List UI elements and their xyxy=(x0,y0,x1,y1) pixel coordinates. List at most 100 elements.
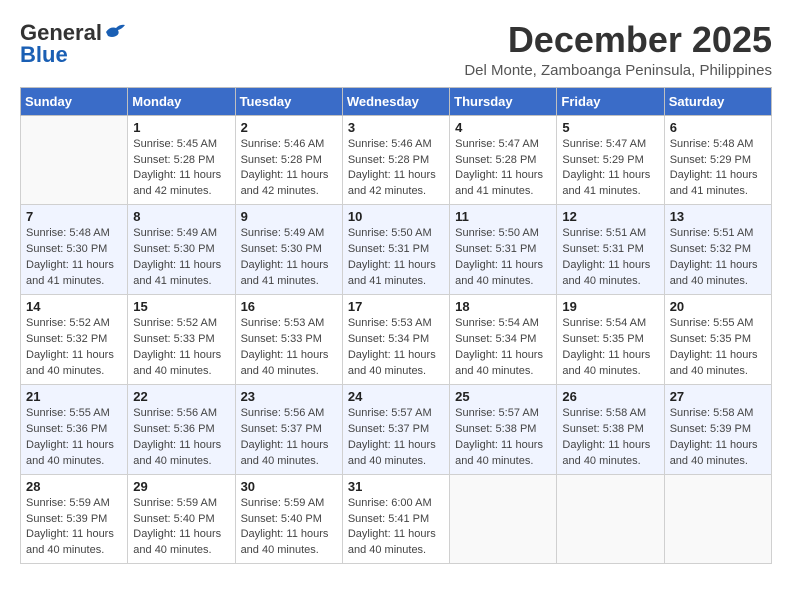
calendar-week-row: 21 Sunrise: 5:55 AM Sunset: 5:36 PM Dayli… xyxy=(21,384,772,474)
table-row: 29 Sunrise: 5:59 AM Sunset: 5:40 PM Dayli… xyxy=(128,474,235,564)
day-number: 6 xyxy=(670,120,766,135)
table-row: 15 Sunrise: 5:52 AM Sunset: 5:33 PM Dayli… xyxy=(128,295,235,385)
table-row: 14 Sunrise: 5:52 AM Sunset: 5:32 PM Dayli… xyxy=(21,295,128,385)
day-info: Sunrise: 6:00 AM Sunset: 5:41 PM Dayligh… xyxy=(348,496,444,560)
day-info: Sunrise: 5:47 AM Sunset: 5:29 PM Dayligh… xyxy=(562,137,658,201)
table-row: 20Sunrise: 5:55 AM Sunset: 5:35 PM Dayli… xyxy=(664,295,771,385)
logo-blue: Blue xyxy=(20,42,68,68)
day-number: 29 xyxy=(133,479,229,494)
table-row: 19 Sunrise: 5:54 AM Sunset: 5:35 PM Dayli… xyxy=(557,295,664,385)
logo: General Blue xyxy=(20,20,126,68)
table-row xyxy=(664,474,771,564)
calendar-week-row: 14 Sunrise: 5:52 AM Sunset: 5:32 PM Dayli… xyxy=(21,295,772,385)
day-number: 24 xyxy=(348,389,444,404)
table-row: 25 Sunrise: 5:57 AM Sunset: 5:38 PM Dayli… xyxy=(450,384,557,474)
day-info: Sunrise: 5:48 AM Sunset: 5:29 PM Dayligh… xyxy=(670,137,766,201)
day-number: 13 xyxy=(670,209,766,224)
table-row: 3 Sunrise: 5:46 AM Sunset: 5:28 PM Daylig… xyxy=(342,115,449,205)
day-number: 12 xyxy=(562,209,658,224)
title-block: December 2025 Del Monte, Zamboanga Penin… xyxy=(464,20,772,79)
day-number: 31 xyxy=(348,479,444,494)
table-row: 30Sunrise: 5:59 AM Sunset: 5:40 PM Dayli… xyxy=(235,474,342,564)
day-info: Sunrise: 5:59 AM Sunset: 5:40 PM Dayligh… xyxy=(133,496,229,560)
day-number: 9 xyxy=(241,209,337,224)
day-info: Sunrise: 5:52 AM Sunset: 5:32 PM Dayligh… xyxy=(26,316,122,380)
day-info: Sunrise: 5:53 AM Sunset: 5:33 PM Dayligh… xyxy=(241,316,337,380)
day-number: 14 xyxy=(26,299,122,314)
day-info: Sunrise: 5:46 AM Sunset: 5:28 PM Dayligh… xyxy=(241,137,337,201)
table-row: 23 Sunrise: 5:56 AM Sunset: 5:37 PM Dayli… xyxy=(235,384,342,474)
day-info: Sunrise: 5:59 AM Sunset: 5:39 PM Dayligh… xyxy=(26,496,122,560)
page-header: General Blue December 2025 Del Monte, Za… xyxy=(20,20,772,79)
day-info: Sunrise: 5:59 AM Sunset: 5:40 PM Dayligh… xyxy=(241,496,337,560)
table-row: 5Sunrise: 5:47 AM Sunset: 5:29 PM Daylig… xyxy=(557,115,664,205)
day-number: 15 xyxy=(133,299,229,314)
calendar-week-row: 7 Sunrise: 5:48 AM Sunset: 5:30 PM Daylig… xyxy=(21,205,772,295)
day-number: 28 xyxy=(26,479,122,494)
table-row: 31 Sunrise: 6:00 AM Sunset: 5:41 PM Dayli… xyxy=(342,474,449,564)
table-row xyxy=(557,474,664,564)
day-info: Sunrise: 5:49 AM Sunset: 5:30 PM Dayligh… xyxy=(241,226,337,290)
table-row: 21 Sunrise: 5:55 AM Sunset: 5:36 PM Dayli… xyxy=(21,384,128,474)
logo-bird-icon xyxy=(104,22,126,40)
day-number: 11 xyxy=(455,209,551,224)
day-number: 8 xyxy=(133,209,229,224)
day-number: 10 xyxy=(348,209,444,224)
day-number: 21 xyxy=(26,389,122,404)
calendar-table: Sunday Monday Tuesday Wednesday Thursday… xyxy=(20,87,772,565)
table-row xyxy=(450,474,557,564)
day-number: 25 xyxy=(455,389,551,404)
col-wednesday: Wednesday xyxy=(342,87,449,115)
day-info: Sunrise: 5:48 AM Sunset: 5:30 PM Dayligh… xyxy=(26,226,122,290)
day-info: Sunrise: 5:56 AM Sunset: 5:37 PM Dayligh… xyxy=(241,406,337,470)
table-row: 17Sunrise: 5:53 AM Sunset: 5:34 PM Dayli… xyxy=(342,295,449,385)
day-number: 20 xyxy=(670,299,766,314)
day-info: Sunrise: 5:47 AM Sunset: 5:28 PM Dayligh… xyxy=(455,137,551,201)
day-number: 23 xyxy=(241,389,337,404)
table-row: 18 Sunrise: 5:54 AM Sunset: 5:34 PM Dayli… xyxy=(450,295,557,385)
table-row: 26Sunrise: 5:58 AM Sunset: 5:38 PM Dayli… xyxy=(557,384,664,474)
day-number: 19 xyxy=(562,299,658,314)
table-row: 1Sunrise: 5:45 AM Sunset: 5:28 PM Daylig… xyxy=(128,115,235,205)
day-info: Sunrise: 5:57 AM Sunset: 5:37 PM Dayligh… xyxy=(348,406,444,470)
day-info: Sunrise: 5:51 AM Sunset: 5:32 PM Dayligh… xyxy=(670,226,766,290)
day-info: Sunrise: 5:52 AM Sunset: 5:33 PM Dayligh… xyxy=(133,316,229,380)
table-row: 8 Sunrise: 5:49 AM Sunset: 5:30 PM Daylig… xyxy=(128,205,235,295)
table-row: 10 Sunrise: 5:50 AM Sunset: 5:31 PM Dayli… xyxy=(342,205,449,295)
calendar-header-row: Sunday Monday Tuesday Wednesday Thursday… xyxy=(21,87,772,115)
table-row: 28 Sunrise: 5:59 AM Sunset: 5:39 PM Dayli… xyxy=(21,474,128,564)
day-number: 26 xyxy=(562,389,658,404)
col-friday: Friday xyxy=(557,87,664,115)
day-number: 4 xyxy=(455,120,551,135)
day-number: 1 xyxy=(133,120,229,135)
col-tuesday: Tuesday xyxy=(235,87,342,115)
table-row: 22 Sunrise: 5:56 AM Sunset: 5:36 PM Dayli… xyxy=(128,384,235,474)
day-info: Sunrise: 5:50 AM Sunset: 5:31 PM Dayligh… xyxy=(348,226,444,290)
day-info: Sunrise: 5:46 AM Sunset: 5:28 PM Dayligh… xyxy=(348,137,444,201)
day-info: Sunrise: 5:54 AM Sunset: 5:34 PM Dayligh… xyxy=(455,316,551,380)
calendar-week-row: 28 Sunrise: 5:59 AM Sunset: 5:39 PM Dayli… xyxy=(21,474,772,564)
col-monday: Monday xyxy=(128,87,235,115)
day-number: 7 xyxy=(26,209,122,224)
day-info: Sunrise: 5:49 AM Sunset: 5:30 PM Dayligh… xyxy=(133,226,229,290)
table-row: 2 Sunrise: 5:46 AM Sunset: 5:28 PM Daylig… xyxy=(235,115,342,205)
table-row xyxy=(21,115,128,205)
table-row: 12 Sunrise: 5:51 AM Sunset: 5:31 PM Dayli… xyxy=(557,205,664,295)
day-info: Sunrise: 5:54 AM Sunset: 5:35 PM Dayligh… xyxy=(562,316,658,380)
month-title: December 2025 xyxy=(464,20,772,60)
day-number: 18 xyxy=(455,299,551,314)
day-info: Sunrise: 5:56 AM Sunset: 5:36 PM Dayligh… xyxy=(133,406,229,470)
day-info: Sunrise: 5:51 AM Sunset: 5:31 PM Dayligh… xyxy=(562,226,658,290)
table-row: 4 Sunrise: 5:47 AM Sunset: 5:28 PM Daylig… xyxy=(450,115,557,205)
table-row: 7 Sunrise: 5:48 AM Sunset: 5:30 PM Daylig… xyxy=(21,205,128,295)
day-number: 3 xyxy=(348,120,444,135)
day-info: Sunrise: 5:57 AM Sunset: 5:38 PM Dayligh… xyxy=(455,406,551,470)
day-info: Sunrise: 5:50 AM Sunset: 5:31 PM Dayligh… xyxy=(455,226,551,290)
day-number: 2 xyxy=(241,120,337,135)
day-info: Sunrise: 5:55 AM Sunset: 5:36 PM Dayligh… xyxy=(26,406,122,470)
day-number: 27 xyxy=(670,389,766,404)
table-row: 13 Sunrise: 5:51 AM Sunset: 5:32 PM Dayli… xyxy=(664,205,771,295)
day-number: 22 xyxy=(133,389,229,404)
col-sunday: Sunday xyxy=(21,87,128,115)
table-row: 11 Sunrise: 5:50 AM Sunset: 5:31 PM Dayli… xyxy=(450,205,557,295)
